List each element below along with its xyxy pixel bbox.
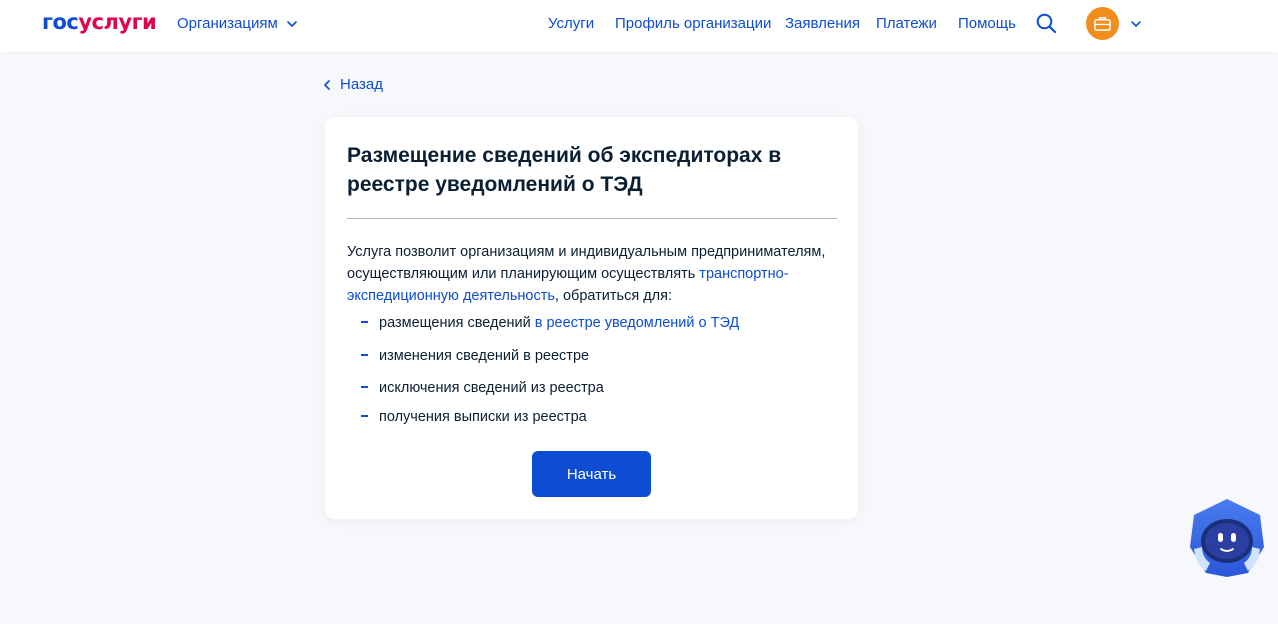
list-item: получения выписки из реестра xyxy=(361,407,587,427)
description-text-end: , обратиться для: xyxy=(554,288,673,304)
start-button[interactable]: Начать xyxy=(532,451,651,497)
organization-avatar[interactable] xyxy=(1086,7,1119,40)
dash-bullet-icon xyxy=(361,321,368,324)
list-item-text: получения выписки из реестра xyxy=(379,409,587,425)
service-description: Услуга позволит организациям и индивидуа… xyxy=(347,241,839,307)
service-card: Размещение сведений об экспедиторах в ре… xyxy=(325,117,858,519)
list-item-text: размещения сведений xyxy=(379,315,535,331)
dash-bullet-icon xyxy=(361,386,368,389)
list-item-text: исключения сведений из реестра xyxy=(379,380,604,396)
nav-payments[interactable]: Платежи xyxy=(876,15,937,32)
list-item-link-registry[interactable]: в реестре уведомлений о ТЭД xyxy=(535,315,739,331)
header: госуслуги Организациям Услуги Профиль ор… xyxy=(0,0,1278,52)
chevron-down-icon[interactable] xyxy=(1130,18,1142,30)
divider xyxy=(347,218,837,219)
chevron-left-icon xyxy=(324,79,330,90)
list-item: исключения сведений из реестра xyxy=(361,378,604,398)
nav-applications[interactable]: Заявления xyxy=(785,15,860,32)
robot-assistant-icon[interactable] xyxy=(1188,497,1266,579)
back-link-label: Назад xyxy=(340,76,383,93)
nav-help[interactable]: Помощь xyxy=(958,15,1016,32)
service-title: Размещение сведений об экспедиторах в ре… xyxy=(347,144,782,196)
nav-organization-profile[interactable]: Профиль организации xyxy=(615,15,771,32)
list-item: изменения сведений в реестре xyxy=(361,346,589,366)
briefcase-icon xyxy=(1094,17,1111,31)
dash-bullet-icon xyxy=(361,354,368,357)
search-icon[interactable] xyxy=(1036,13,1057,34)
list-item-text: изменения сведений в реестре xyxy=(379,348,590,364)
dash-bullet-icon xyxy=(361,415,368,418)
back-link[interactable]: Назад xyxy=(323,76,383,93)
nav-services[interactable]: Услуги xyxy=(548,15,594,32)
list-item: размещения сведений в реестре уведомлени… xyxy=(361,313,739,333)
